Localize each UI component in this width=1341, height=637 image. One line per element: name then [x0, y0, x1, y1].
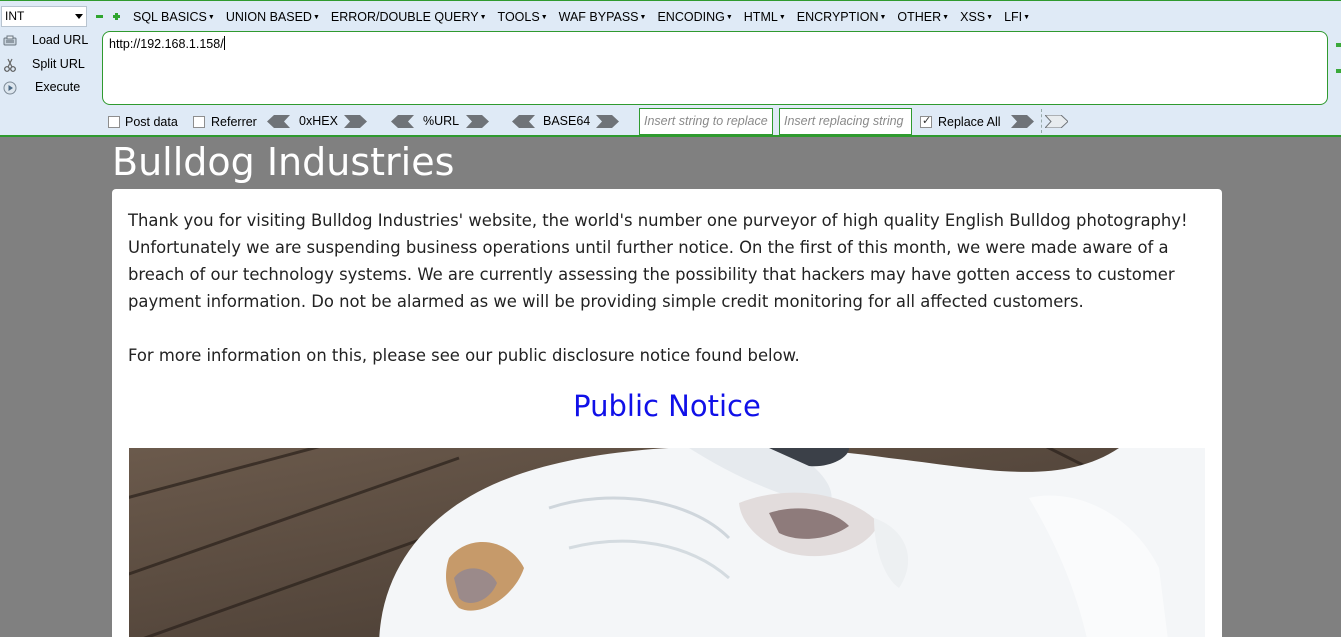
increase-icon[interactable] — [112, 12, 121, 21]
bulldog-photo-drawing — [129, 448, 1205, 637]
split-url-label: Split URL — [32, 57, 85, 71]
menu-xss[interactable]: XSS▼ — [960, 9, 993, 25]
menu-label: XSS — [960, 10, 986, 24]
caret-down-icon: ▼ — [778, 14, 786, 21]
base64-label: BASE64 — [543, 114, 591, 128]
caret-down-icon: ▼ — [986, 14, 994, 21]
caret-down-icon: ▼ — [540, 14, 548, 21]
injection-type-select[interactable]: INT — [1, 6, 87, 27]
text-cursor — [223, 36, 225, 50]
chevron-down-icon — [75, 14, 83, 19]
scissors-icon — [4, 58, 16, 72]
menu-label: ENCODING — [657, 10, 725, 24]
menu-sql-basics[interactable]: SQL BASICS▼ — [133, 9, 215, 25]
menu-lfi[interactable]: LFI▼ — [1004, 9, 1030, 25]
content-panel: Thank you for visiting Bulldog Industrie… — [112, 189, 1222, 637]
expand-arrow-icon[interactable] — [1336, 69, 1341, 73]
play-icon — [3, 81, 17, 95]
decrease-icon[interactable] — [95, 12, 104, 21]
menu-tools[interactable]: TOOLS▼ — [498, 9, 548, 25]
replace-string-input[interactable]: Insert string to replace — [639, 108, 773, 135]
post-data-label: Post data — [125, 115, 178, 129]
toolbar-separator — [1041, 109, 1042, 133]
url-encode-arrow-icon[interactable] — [466, 115, 489, 128]
expand-arrow-icon[interactable] — [1336, 43, 1341, 47]
replacing-string-input[interactable]: Insert replacing string — [779, 108, 912, 135]
menu-encoding[interactable]: ENCODING▼ — [657, 9, 732, 25]
execute-button[interactable]: Execute — [0, 78, 95, 98]
caret-down-icon: ▼ — [207, 14, 215, 21]
menu-label: TOOLS — [497, 10, 540, 24]
intro-paragraph: Thank you for visiting Bulldog Industrie… — [128, 211, 1188, 311]
public-notice-heading[interactable]: Public Notice — [112, 389, 1222, 423]
caret-down-icon: ▼ — [725, 14, 733, 21]
menu-error-double-query[interactable]: ERROR/DOUBLE QUERY▼ — [331, 9, 487, 25]
menu-label: OTHER — [897, 10, 942, 24]
caret-down-icon: ▼ — [479, 14, 487, 21]
replace-all-label: Replace All — [938, 115, 1001, 129]
caret-down-icon: ▼ — [639, 14, 647, 21]
menu-waf-bypass[interactable]: WAF BYPASS▼ — [559, 9, 647, 25]
url-encoding-label: %URL — [423, 114, 460, 128]
menu-other[interactable]: OTHER▼ — [897, 9, 949, 25]
menu-label: ERROR/DOUBLE QUERY — [330, 10, 479, 24]
menu-label: LFI — [1004, 10, 1023, 24]
execute-label: Execute — [35, 80, 81, 94]
hackbar-toolbar: INT SQL BASICS▼ UNION BASED▼ ERROR/DOUBL… — [0, 0, 1341, 137]
caret-down-icon: ▼ — [942, 14, 950, 21]
site-title: Bulldog Industries — [112, 140, 455, 184]
url-text: http://192.168.1.158/ — [109, 37, 224, 51]
base64-encode-arrow-icon[interactable] — [596, 115, 619, 128]
referrer-checkbox[interactable] — [193, 116, 205, 128]
base64-decode-arrow-icon[interactable] — [512, 115, 535, 128]
post-data-checkbox[interactable] — [108, 116, 120, 128]
menu-label: UNION BASED — [225, 10, 312, 24]
load-url-icon — [3, 35, 17, 46]
replace-next-arrow-icon[interactable] — [1045, 115, 1068, 128]
referrer-label: Referrer — [211, 115, 257, 129]
url-decode-arrow-icon[interactable] — [391, 115, 414, 128]
bulldog-photo — [129, 448, 1205, 637]
caret-down-icon: ▼ — [312, 14, 320, 21]
hex-decode-arrow-icon[interactable] — [267, 115, 290, 128]
caret-down-icon: ▼ — [1023, 14, 1031, 21]
hackbar-menu-bar: SQL BASICS▼ UNION BASED▼ ERROR/DOUBLE QU… — [133, 9, 1041, 25]
url-textarea[interactable]: http://192.168.1.158/ — [102, 31, 1328, 105]
disclosure-paragraph: For more information on this, please see… — [128, 346, 800, 365]
hex-label: 0xHEX — [299, 114, 338, 128]
menu-label: ENCRYPTION — [796, 10, 879, 24]
load-url-button[interactable]: Load URL — [0, 31, 95, 51]
hex-encode-arrow-icon[interactable] — [344, 115, 367, 128]
load-url-label: Load URL — [32, 33, 89, 47]
menu-encryption[interactable]: ENCRYPTION▼ — [797, 9, 887, 25]
menu-label: HTML — [743, 10, 778, 24]
replace-all-checkbox[interactable] — [920, 114, 932, 128]
split-url-button[interactable]: Split URL — [0, 55, 95, 75]
caret-down-icon: ▼ — [879, 14, 887, 21]
menu-label: SQL BASICS — [133, 10, 207, 24]
menu-label: WAF BYPASS — [558, 10, 639, 24]
menu-union-based[interactable]: UNION BASED▼ — [226, 9, 320, 25]
injection-type-value: INT — [5, 9, 25, 23]
replace-run-arrow-icon[interactable] — [1011, 115, 1034, 128]
menu-html[interactable]: HTML▼ — [744, 9, 786, 25]
